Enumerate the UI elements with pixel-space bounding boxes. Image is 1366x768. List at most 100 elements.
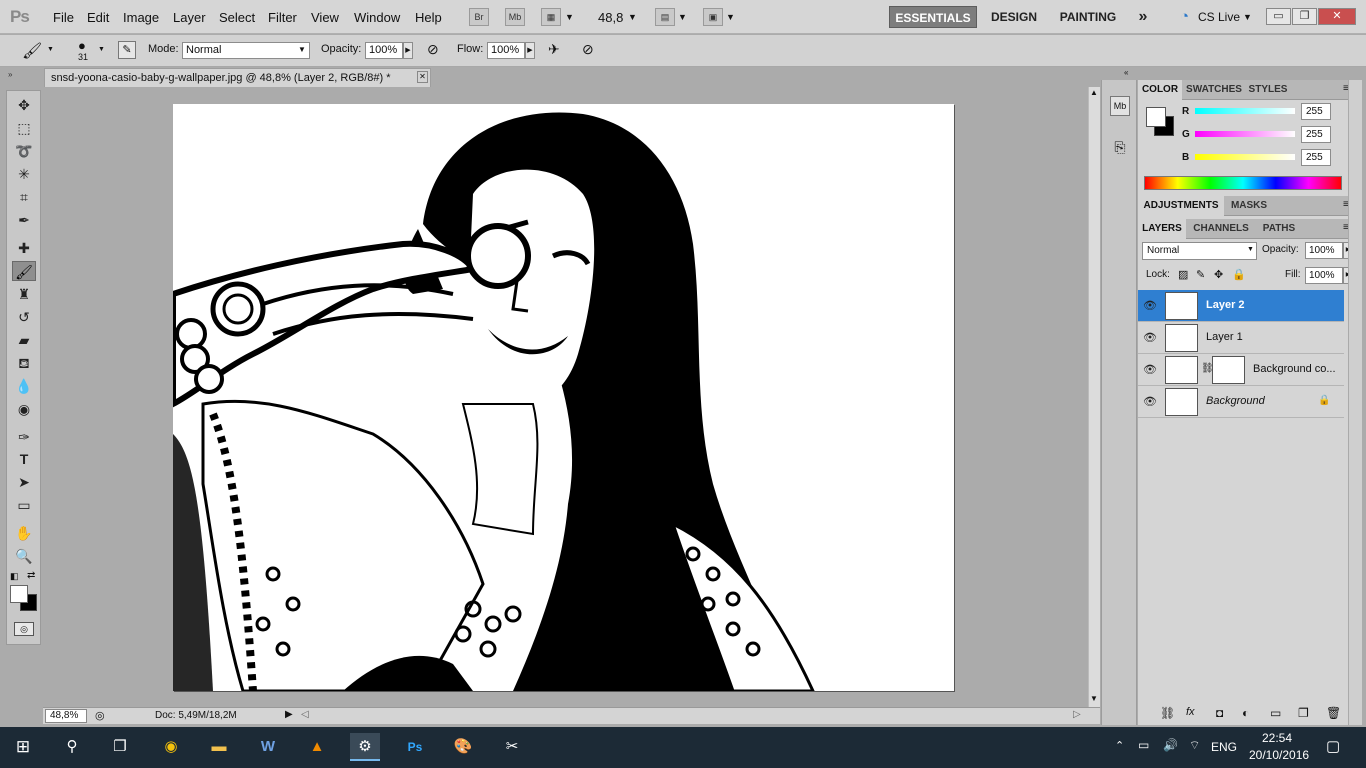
- visibility-eye-icon[interactable]: 👁: [1143, 299, 1157, 312]
- close-document-icon[interactable]: ✕: [417, 71, 428, 83]
- visibility-eye-icon[interactable]: 👁: [1143, 331, 1157, 344]
- menu-layer[interactable]: Layer: [173, 10, 206, 25]
- word-icon[interactable]: W: [253, 733, 283, 761]
- notifications-icon[interactable]: ▢: [1326, 737, 1340, 755]
- visibility-eye-icon[interactable]: 👁: [1143, 395, 1157, 408]
- blend-mode-select[interactable]: Normal: [1142, 242, 1257, 260]
- chevron-up-icon[interactable]: ▲: [1090, 88, 1098, 97]
- mode-select[interactable]: Normal: [182, 42, 310, 59]
- foreground-color-swatch[interactable]: [10, 585, 28, 603]
- chrome-icon[interactable]: ◉: [156, 733, 186, 761]
- battery-icon[interactable]: ▭: [1138, 738, 1149, 752]
- paint-bucket-tool-icon[interactable]: ⛾: [12, 353, 36, 373]
- default-colors-icon[interactable]: ◧: [10, 571, 19, 582]
- chevron-down-icon[interactable]: ▼: [1090, 694, 1098, 703]
- collapse-toolbar-icon[interactable]: »: [8, 70, 12, 79]
- clone-stamp-tool-icon[interactable]: ♜: [12, 284, 36, 304]
- link-layers-icon[interactable]: ⛓: [1160, 706, 1175, 720]
- mini-bridge-panel-icon[interactable]: Mb: [1110, 96, 1130, 116]
- tab-swatches[interactable]: SWATCHES: [1184, 80, 1244, 100]
- hand-tool-icon[interactable]: ✋: [12, 523, 36, 543]
- photoshop-taskbar-icon[interactable]: Ps: [400, 733, 430, 761]
- chevron-down-icon[interactable]: ▼: [98, 46, 105, 53]
- workspace-design[interactable]: DESIGN: [985, 6, 1043, 28]
- chevron-down-icon[interactable]: ▼: [47, 46, 54, 53]
- chevron-left-icon[interactable]: ◁: [301, 709, 309, 720]
- history-brush-tool-icon[interactable]: ↺: [12, 307, 36, 327]
- paint-icon[interactable]: 🎨: [448, 733, 478, 761]
- menu-image[interactable]: Image: [123, 10, 159, 25]
- adjustment-layer-icon[interactable]: ◐: [1242, 706, 1249, 720]
- clock-date[interactable]: 20/10/2016: [1249, 748, 1309, 762]
- task-view-icon[interactable]: ❐: [105, 733, 135, 761]
- arrange-documents-icon[interactable]: ▤: [655, 8, 675, 26]
- zoom-tool-icon[interactable]: 🔍: [12, 546, 36, 566]
- layer-row-layer-2[interactable]: 👁 Layer 2: [1138, 290, 1344, 322]
- cs-live-icon[interactable]: ◔: [1180, 8, 1189, 25]
- dodge-tool-icon[interactable]: ◉: [12, 399, 36, 419]
- zoom-level[interactable]: 48,8: [598, 10, 623, 25]
- status-info-icon[interactable]: ◎: [95, 709, 105, 722]
- layer-opacity-input[interactable]: 100%: [1305, 242, 1343, 259]
- close-button[interactable]: ✕: [1318, 8, 1356, 25]
- clock-time[interactable]: 22:54: [1262, 731, 1292, 745]
- lock-position-icon[interactable]: ✥: [1214, 268, 1223, 281]
- green-slider[interactable]: [1195, 131, 1295, 137]
- blue-slider[interactable]: [1195, 154, 1295, 160]
- eyedropper-tool-icon[interactable]: ✒: [12, 210, 36, 230]
- chevron-right-icon[interactable]: ▷: [1073, 709, 1081, 720]
- new-layer-icon[interactable]: ❐: [1298, 706, 1309, 720]
- magic-wand-tool-icon[interactable]: ✳: [12, 164, 36, 184]
- tab-adjustments[interactable]: ADJUSTMENTS: [1138, 196, 1224, 216]
- chevron-right-icon[interactable]: ▶: [525, 42, 535, 59]
- swap-colors-icon[interactable]: ⇄: [27, 570, 35, 581]
- lock-pixels-icon[interactable]: ✎: [1196, 268, 1205, 281]
- menu-filter[interactable]: Filter: [268, 10, 297, 25]
- panel-scrollbar[interactable]: [1348, 80, 1362, 725]
- layer-row-layer-1[interactable]: 👁 Layer 1: [1138, 322, 1344, 354]
- tab-styles[interactable]: STYLES: [1246, 80, 1290, 100]
- red-input[interactable]: 255: [1301, 103, 1331, 120]
- tab-masks[interactable]: MASKS: [1226, 196, 1272, 216]
- blue-input[interactable]: 255: [1301, 149, 1331, 166]
- extras-icon[interactable]: ▦: [541, 8, 561, 26]
- workspace-essentials[interactable]: ESSENTIALS: [889, 6, 977, 28]
- layer-mask-thumbnail[interactable]: [1212, 356, 1245, 384]
- tab-paths[interactable]: PATHS: [1256, 219, 1302, 239]
- green-input[interactable]: 255: [1301, 126, 1331, 143]
- lasso-tool-icon[interactable]: ➰: [12, 141, 36, 161]
- layer-row-background[interactable]: 👁 Background 🔒: [1138, 386, 1344, 418]
- layer-style-icon[interactable]: fx: [1186, 706, 1195, 718]
- healing-brush-tool-icon[interactable]: ✚: [12, 238, 36, 258]
- tab-layers[interactable]: LAYERS: [1138, 219, 1186, 239]
- windows-start-icon[interactable]: ⊞: [8, 733, 38, 761]
- workspace-painting[interactable]: PAINTING: [1052, 6, 1124, 28]
- canvas-vertical-scrollbar[interactable]: ▲ ▼: [1088, 87, 1100, 707]
- chevron-right-icon[interactable]: ▶: [403, 42, 413, 59]
- airbrush-icon[interactable]: ✈: [548, 41, 560, 58]
- chevron-up-icon[interactable]: ⌃: [1115, 739, 1124, 752]
- volume-icon[interactable]: 🔊: [1163, 738, 1178, 752]
- pressure-opacity-icon[interactable]: ⊘: [427, 41, 439, 58]
- marquee-tool-icon[interactable]: ⬚: [12, 118, 36, 138]
- status-menu-arrow-icon[interactable]: ▶: [285, 709, 293, 720]
- mini-bridge-button[interactable]: Mb: [505, 8, 525, 26]
- chevron-down-icon[interactable]: ▼: [565, 12, 574, 22]
- menu-file[interactable]: File: [53, 10, 74, 25]
- restore-button[interactable]: ❐: [1292, 8, 1317, 25]
- history-panel-icon[interactable]: ⎘: [1110, 138, 1130, 158]
- menu-help[interactable]: Help: [415, 10, 442, 25]
- visibility-eye-icon[interactable]: 👁: [1143, 363, 1157, 376]
- color-spectrum[interactable]: [1144, 176, 1342, 190]
- pressure-size-icon[interactable]: ⊘: [582, 41, 594, 58]
- language-indicator[interactable]: ENG: [1211, 740, 1237, 754]
- brush-tool-icon[interactable]: 🖌: [22, 41, 42, 61]
- search-icon[interactable]: ⚲: [57, 733, 87, 761]
- tab-channels[interactable]: CHANNELS: [1188, 219, 1254, 239]
- opacity-input[interactable]: 100%: [365, 42, 403, 59]
- layer-row-background-copy[interactable]: 👁 ⛓ Background co...: [1138, 354, 1344, 386]
- menu-select[interactable]: Select: [219, 10, 255, 25]
- cs-live-button[interactable]: CS Live: [1198, 10, 1240, 24]
- foreground-color-swatch[interactable]: [1146, 107, 1166, 127]
- rectangle-tool-icon[interactable]: ▭: [12, 495, 36, 515]
